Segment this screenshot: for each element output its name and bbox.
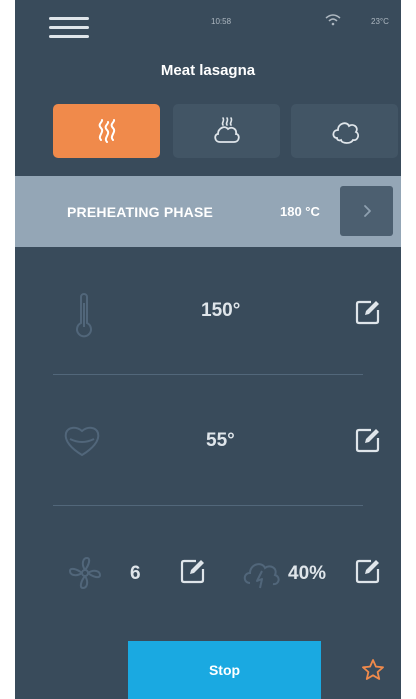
thermometer-icon xyxy=(76,293,92,338)
status-time: 10:58 xyxy=(211,17,232,26)
mode-steam-pot-button[interactable] xyxy=(173,104,280,158)
edit-icon[interactable] xyxy=(354,298,382,326)
favorite-button[interactable] xyxy=(345,641,401,699)
preheat-next-button[interactable] xyxy=(340,186,393,236)
chevron-right-icon xyxy=(363,205,371,217)
status-temperature: 23°C xyxy=(371,17,389,26)
core-temperature-value: 55° xyxy=(206,430,235,451)
divider xyxy=(53,374,363,375)
humidity-cloud-icon xyxy=(243,563,280,589)
edit-icon[interactable] xyxy=(354,426,382,454)
hamburger-menu-icon[interactable] xyxy=(49,17,89,39)
core-probe-icon xyxy=(64,426,100,457)
convection-heat-icon xyxy=(98,119,115,143)
oven-control-screen: 10:58 23°C Meat lasagna PREHEATING PHASE… xyxy=(15,0,401,699)
edit-icon[interactable] xyxy=(179,557,207,585)
steam-pot-icon xyxy=(213,117,240,143)
preheating-temperature: 180 °C xyxy=(280,204,320,219)
humidity-value: 40% xyxy=(288,563,327,584)
mode-convection-button[interactable] xyxy=(53,104,160,158)
stop-button[interactable]: Stop xyxy=(128,641,321,699)
recipe-title: Meat lasagna xyxy=(160,62,256,79)
divider xyxy=(53,505,363,506)
mode-steam-button[interactable] xyxy=(291,104,398,158)
fan-icon xyxy=(68,556,102,590)
preheating-label: PREHEATING PHASE xyxy=(67,204,214,220)
fan-speed-value: 6 xyxy=(130,563,141,584)
edit-icon[interactable] xyxy=(354,557,382,585)
wifi-icon xyxy=(325,14,341,26)
oven-temperature-value: 150° xyxy=(201,300,241,321)
star-icon xyxy=(362,659,384,680)
steam-cloud-icon xyxy=(331,122,359,144)
